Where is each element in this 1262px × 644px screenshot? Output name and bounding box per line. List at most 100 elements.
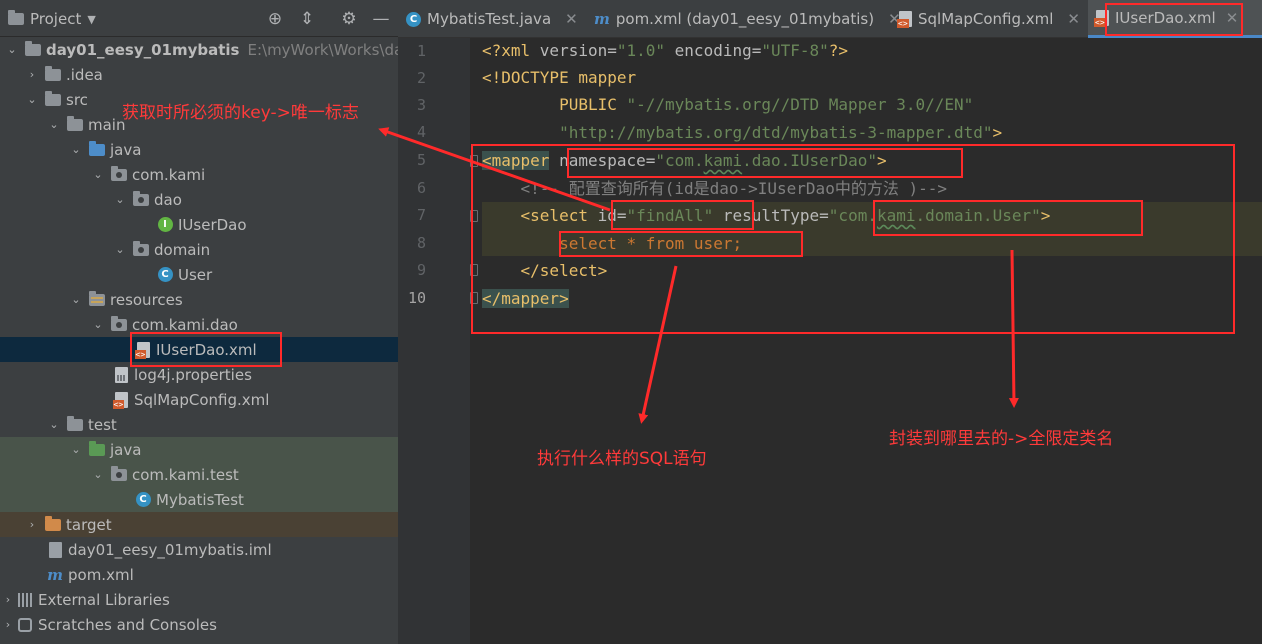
line-number: 6 <box>416 179 426 197</box>
tree-item-resources[interactable]: ⌄ resources <box>0 287 398 312</box>
close-icon[interactable]: ✕ <box>1067 10 1080 28</box>
tree-item-com-kami[interactable]: ⌄ com.kami <box>0 162 398 187</box>
class-icon: C <box>406 11 421 27</box>
chevron-down-icon[interactable]: ⌄ <box>46 417 62 433</box>
folder-icon <box>44 90 62 108</box>
token: version= <box>539 41 617 60</box>
libraries-icon <box>16 592 34 608</box>
tree-item-iuserdao[interactable]: I IUserDao <box>0 212 398 237</box>
excluded-folder-icon <box>44 515 62 533</box>
tree-item-scratches[interactable]: › Scratches and Consoles <box>0 612 398 637</box>
chevron-down-icon[interactable]: ⌄ <box>24 92 40 108</box>
tab-label: MybatisTest.java <box>427 10 552 28</box>
tree-item-test[interactable]: ⌄ test <box>0 412 398 437</box>
folder-icon <box>44 65 62 83</box>
project-title: Project <box>30 10 82 28</box>
chevron-down-icon[interactable]: ⌄ <box>112 192 128 208</box>
interface-icon: I <box>156 217 174 233</box>
annotation-result-note: 封装到哪里去的->全限定类名 <box>889 429 1114 449</box>
tree-item-label: src <box>66 90 88 109</box>
tree-item-mybatistest[interactable]: C MybatisTest <box>0 487 398 512</box>
locate-target-icon[interactable]: ⊕ <box>265 9 285 29</box>
chevron-down-icon[interactable]: ⌄ <box>46 117 62 133</box>
class-icon: C <box>156 267 174 283</box>
tree-item-label: java <box>110 440 142 459</box>
tree-item-iml[interactable]: day01_eesy_01mybatis.iml <box>0 537 398 562</box>
tree-item-user[interactable]: C User <box>0 262 398 287</box>
project-tool-window: Project ▼ ⊕ ⇕ ⚙ — ⌄ day01_eesy_01mybatis… <box>0 0 398 644</box>
token: "-//mybatis.org//DTD Mapper 3.0//EN" <box>626 95 974 114</box>
line-number: 7 <box>416 206 426 224</box>
resources-folder-icon <box>88 290 106 308</box>
package-icon <box>110 465 128 483</box>
chevron-down-icon[interactable]: ⌄ <box>68 292 84 308</box>
tree-item-label: java <box>110 140 142 159</box>
properties-file-icon <box>112 366 130 383</box>
maven-icon: m <box>594 10 610 28</box>
tree-item-sqlmapconfig[interactable]: SqlMapConfig.xml <box>0 387 398 412</box>
tree-item-label: .idea <box>66 65 103 84</box>
tree-item-label: day01_eesy_01mybatis <box>46 40 240 59</box>
chevron-down-icon[interactable]: ⌄ <box>68 142 84 158</box>
chevron-right-icon[interactable]: › <box>0 617 16 633</box>
code-line-3: PUBLIC "-//mybatis.org//DTD Mapper 3.0//… <box>482 91 973 118</box>
maven-icon: m <box>47 565 63 584</box>
gear-icon[interactable]: ⚙ <box>339 9 359 29</box>
tree-item-label: Scratches and Consoles <box>38 615 217 634</box>
package-icon <box>132 190 150 208</box>
line-number: 9 <box>416 261 426 279</box>
tree-item-external-libraries[interactable]: › External Libraries <box>0 587 398 612</box>
scratches-icon <box>16 617 34 633</box>
tree-item-label: IUserDao <box>178 215 247 234</box>
chevron-down-icon[interactable]: ⌄ <box>68 442 84 458</box>
tree-item-label: com.kami.test <box>132 465 239 484</box>
project-header: Project ▼ ⊕ ⇕ ⚙ — <box>0 0 398 37</box>
tree-item-dao[interactable]: ⌄ dao <box>0 187 398 212</box>
folder-icon <box>66 115 84 133</box>
tab-mybatistest[interactable]: C MybatisTest.java ✕ <box>398 0 586 38</box>
tree-item-main-java[interactable]: ⌄ java <box>0 137 398 162</box>
tree-item-label: MybatisTest <box>156 490 244 509</box>
highlight-box-id <box>611 200 754 230</box>
tree-item-idea[interactable]: › .idea <box>0 62 398 87</box>
tree-item-label: dao <box>154 190 182 209</box>
folder-icon <box>66 415 84 433</box>
chevron-right-icon[interactable]: › <box>0 592 16 608</box>
tab-pom[interactable]: m pom.xml (day01_eesy_01mybatis) ✕ <box>586 0 901 38</box>
chevron-down-icon[interactable]: ⌄ <box>90 317 106 333</box>
tree-item-target[interactable]: › target <box>0 512 398 537</box>
minimize-icon[interactable]: — <box>371 9 391 29</box>
chevron-right-icon[interactable]: › <box>24 517 40 533</box>
chevron-down-icon[interactable]: ⌄ <box>112 242 128 258</box>
line-number: 1 <box>416 42 426 60</box>
iml-file-icon <box>46 541 64 558</box>
tree-item-label: main <box>88 115 126 134</box>
code-line-1: <?xml version="1.0" encoding="UTF-8"?> <box>482 37 848 64</box>
tree-item-label: domain <box>154 240 211 259</box>
tree-item-domain[interactable]: ⌄ domain <box>0 237 398 262</box>
token: <!DOCTYPE mapper <box>482 68 637 87</box>
close-icon[interactable]: ✕ <box>565 10 578 28</box>
chevron-down-icon[interactable]: ⌄ <box>90 467 106 483</box>
tree-item-pom[interactable]: m pom.xml <box>0 562 398 587</box>
tab-sqlmapconfig[interactable]: SqlMapConfig.xml ✕ <box>891 0 1088 38</box>
chevron-down-icon[interactable]: ⌄ <box>4 42 20 58</box>
chevron-right-icon[interactable]: › <box>24 67 40 83</box>
package-icon <box>110 315 128 333</box>
tree-item-label: com.kami <box>132 165 206 184</box>
code-line-2: <!DOCTYPE mapper <box>482 64 636 91</box>
tree-item-project-root[interactable]: ⌄ day01_eesy_01mybatis E:\myWork\Works\d… <box>0 37 398 62</box>
tree-item-test-java[interactable]: ⌄ java <box>0 437 398 462</box>
collapse-all-icon[interactable]: ⇕ <box>297 9 317 29</box>
code-line-4: "http://mybatis.org/dtd/mybatis-3-mapper… <box>482 119 1002 146</box>
tree-item-com-kami-test[interactable]: ⌄ com.kami.test <box>0 462 398 487</box>
xml-file-icon <box>897 11 912 28</box>
token: "UTF-8" <box>761 41 829 60</box>
tree-item-label: SqlMapConfig.xml <box>134 390 270 409</box>
tab-label: pom.xml (day01_eesy_01mybatis) <box>615 10 875 28</box>
token: encoding= <box>665 41 762 60</box>
token: > <box>992 123 1003 142</box>
chevron-down-icon[interactable]: ⌄ <box>90 167 106 183</box>
package-icon <box>110 165 128 183</box>
project-view-selector[interactable]: Project ▼ <box>8 9 96 29</box>
